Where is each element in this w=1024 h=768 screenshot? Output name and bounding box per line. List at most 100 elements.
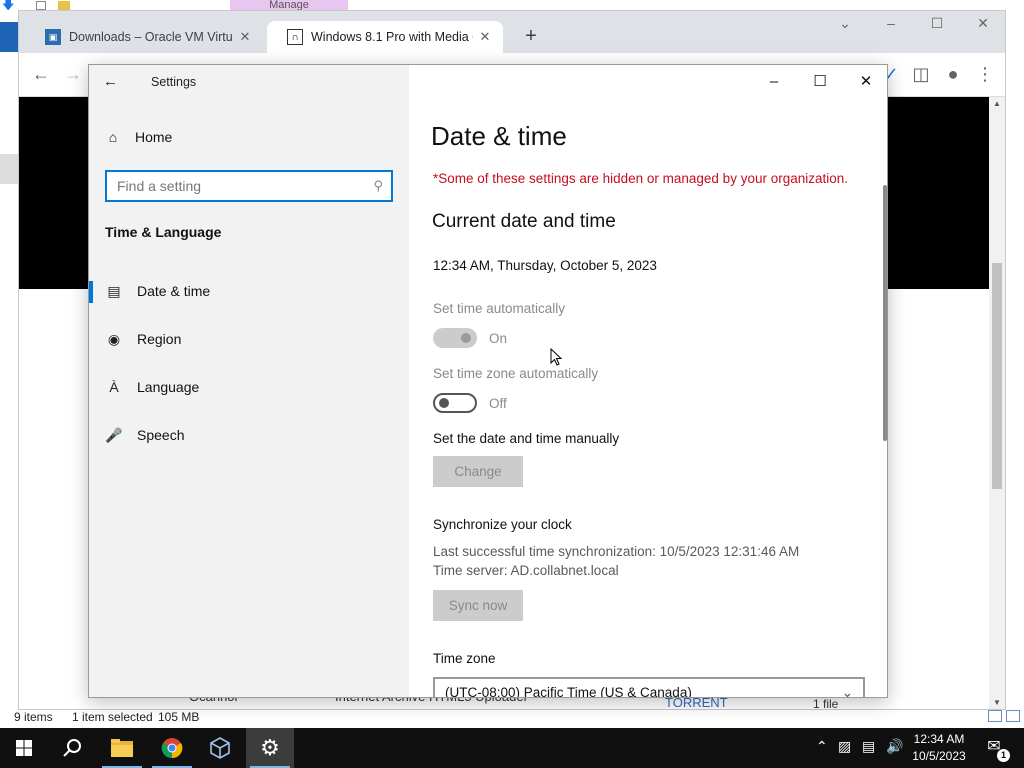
tab-title: Downloads – Oracle VM VirtualBox <box>69 30 233 44</box>
nav-home-label: Home <box>135 129 173 145</box>
nav-item-language[interactable]: À Language <box>89 367 409 407</box>
large-icons-view-icon[interactable] <box>1006 710 1020 722</box>
sync-now-button[interactable]: Sync now <box>433 590 523 621</box>
file-explorer-taskbar-button[interactable] <box>98 728 146 768</box>
new-tab-button[interactable]: + <box>519 25 543 49</box>
set-tz-auto-label: Set time zone automatically <box>433 366 599 381</box>
set-tz-auto-toggle[interactable] <box>433 393 477 413</box>
action-center-button[interactable]: ✉ 1 <box>982 736 1010 762</box>
nav-category-heading: Time & Language <box>105 224 222 240</box>
virtualbox-icon <box>210 737 230 759</box>
time-server-info: Time server: AD.collabnet.local <box>433 563 619 578</box>
back-arrow-icon[interactable]: ← <box>29 63 53 87</box>
profile-avatar-icon[interactable]: ● <box>941 63 965 87</box>
manage-ribbon-tab[interactable]: Manage <box>230 0 348 10</box>
virtualbox-taskbar-button[interactable] <box>196 728 244 768</box>
chrome-taskbar-button[interactable] <box>148 728 196 768</box>
set-time-auto-state: On <box>489 331 508 346</box>
tab-virtualbox-downloads[interactable]: ▣ Downloads – Oracle VM VirtualBox ✕ <box>25 21 263 53</box>
settings-content: Date & time *Some of these settings are … <box>431 65 871 698</box>
forward-arrow-icon[interactable]: → <box>61 63 85 87</box>
window-title: Settings <box>151 75 197 89</box>
close-icon[interactable]: ✕ <box>477 29 493 45</box>
start-button[interactable] <box>0 728 48 768</box>
change-button[interactable]: Change <box>433 456 523 487</box>
timezone-value: (UTC-08:00) Pacific Time (US & Canada) <box>445 685 692 698</box>
set-tz-auto-state: Off <box>489 396 507 411</box>
chevron-down-icon: ⌄ <box>841 685 853 698</box>
current-datetime: 12:34 AM, Thursday, October 5, 2023 <box>433 258 657 273</box>
view-mode-switcher[interactable] <box>984 710 1020 725</box>
last-sync-info: Last successful time synchronization: 10… <box>433 544 800 559</box>
network-icon[interactable]: ▤ <box>862 738 875 755</box>
search-taskbar-button[interactable] <box>48 728 96 768</box>
status-item-count: 9 items <box>14 710 53 724</box>
minimize-icon[interactable]: – <box>871 15 911 31</box>
nav-item-label: Language <box>137 379 200 395</box>
tab-windows-81-pro[interactable]: ∩ Windows 8.1 Pro with Media Center ✕ <box>267 21 503 53</box>
side-panel-icon[interactable]: ◫ <box>909 63 933 87</box>
scroll-down-arrow-icon[interactable]: ▼ <box>989 698 1005 707</box>
nav-item-label: Region <box>137 331 182 347</box>
close-icon[interactable]: ✕ <box>963 15 1003 32</box>
maximize-icon[interactable]: ☐ <box>917 15 957 32</box>
taskbar: ⚙ ⌃ ▨ ▤ 🔊 12:34 AM 10/5/2023 ✉ 1 <box>0 728 1024 768</box>
nav-item-label: Date & time <box>137 283 211 299</box>
system-clock[interactable]: 12:34 AM 10/5/2023 <box>906 731 972 765</box>
page-scrollbar[interactable]: ▲ ▼ <box>989 97 1005 709</box>
nav-item-speech[interactable]: 🎤 Speech <box>89 415 409 455</box>
settings-taskbar-button[interactable]: ⚙ <box>246 728 294 768</box>
status-selected-count: 1 item selected <box>72 710 153 724</box>
clock-calendar-icon: ▤ <box>107 282 121 299</box>
windows-logo-icon <box>16 740 32 756</box>
tab-strip: ▣ Downloads – Oracle VM VirtualBox ✕ ∩ W… <box>19 11 1005 53</box>
nav-item-label: Speech <box>137 427 185 443</box>
set-time-auto-toggle[interactable] <box>433 328 477 348</box>
microphone-icon: 🎤 <box>105 426 123 443</box>
home-icon: ⌂ <box>108 129 118 145</box>
mouse-cursor-icon <box>550 348 562 366</box>
nav-item-region[interactable]: ◉ Region <box>89 319 409 359</box>
manual-datetime-label: Set the date and time manually <box>433 431 620 446</box>
close-icon[interactable]: ✕ <box>237 29 253 45</box>
new-folder-icon[interactable] <box>58 1 70 10</box>
nav-home[interactable]: ⌂ Home <box>105 129 173 145</box>
search-icon[interactable]: ⚲ <box>373 178 383 194</box>
find-setting-search[interactable]: ⚲ <box>105 170 393 202</box>
section-heading-current: Current date and time <box>432 211 616 232</box>
network-shield-icon[interactable]: ▨ <box>838 738 851 755</box>
settings-nav-pane: ← Settings ⌂ Home ⚲ Time & Language ▤ Da… <box>89 65 409 697</box>
explorer-status-bar: 9 items 1 item selected 105 MB <box>0 708 1024 728</box>
tab-title: Windows 8.1 Pro with Media Center <box>311 30 473 44</box>
back-arrow-icon[interactable]: ← <box>103 73 123 93</box>
kebab-menu-icon[interactable]: ⋮ <box>973 63 997 87</box>
status-selected-size: 105 MB <box>158 710 200 724</box>
tab-search-chevron-icon[interactable]: ⌄ <box>825 15 865 32</box>
folder-icon <box>111 739 133 757</box>
tray-overflow-chevron-icon[interactable]: ⌃ <box>816 738 828 755</box>
volume-icon[interactable]: 🔊 <box>886 738 903 755</box>
details-view-icon[interactable] <box>988 710 1002 722</box>
toggle-knob <box>439 398 449 408</box>
search-icon <box>63 739 81 757</box>
nav-pane-selected-item[interactable] <box>0 22 18 52</box>
language-icon: À <box>109 379 119 395</box>
search-input[interactable] <box>117 178 374 194</box>
nav-pane-hover-item[interactable] <box>0 154 18 184</box>
scrollbar-thumb[interactable] <box>992 263 1002 489</box>
timezone-dropdown[interactable]: (UTC-08:00) Pacific Time (US & Canada) ⌄ <box>433 677 865 698</box>
sync-heading: Synchronize your clock <box>433 517 572 532</box>
settings-scrollbar[interactable] <box>883 185 887 441</box>
set-time-auto-label: Set time automatically <box>433 301 566 316</box>
policy-warning: *Some of these settings are hidden or ma… <box>433 171 849 186</box>
properties-icon[interactable] <box>36 1 46 10</box>
internet-archive-favicon-icon: ∩ <box>287 29 303 45</box>
timezone-label: Time zone <box>433 651 496 666</box>
scroll-up-arrow-icon[interactable]: ▲ <box>989 99 1005 108</box>
settings-window: ← Settings ⌂ Home ⚲ Time & Language ▤ Da… <box>88 64 888 698</box>
chrome-icon <box>161 738 183 759</box>
gear-icon: ⚙ <box>260 735 280 760</box>
nav-item-date-time[interactable]: ▤ Date & time <box>89 271 409 311</box>
download-arrow-icon: 🡇 <box>2 0 15 12</box>
page-title: Date & time <box>431 121 567 151</box>
